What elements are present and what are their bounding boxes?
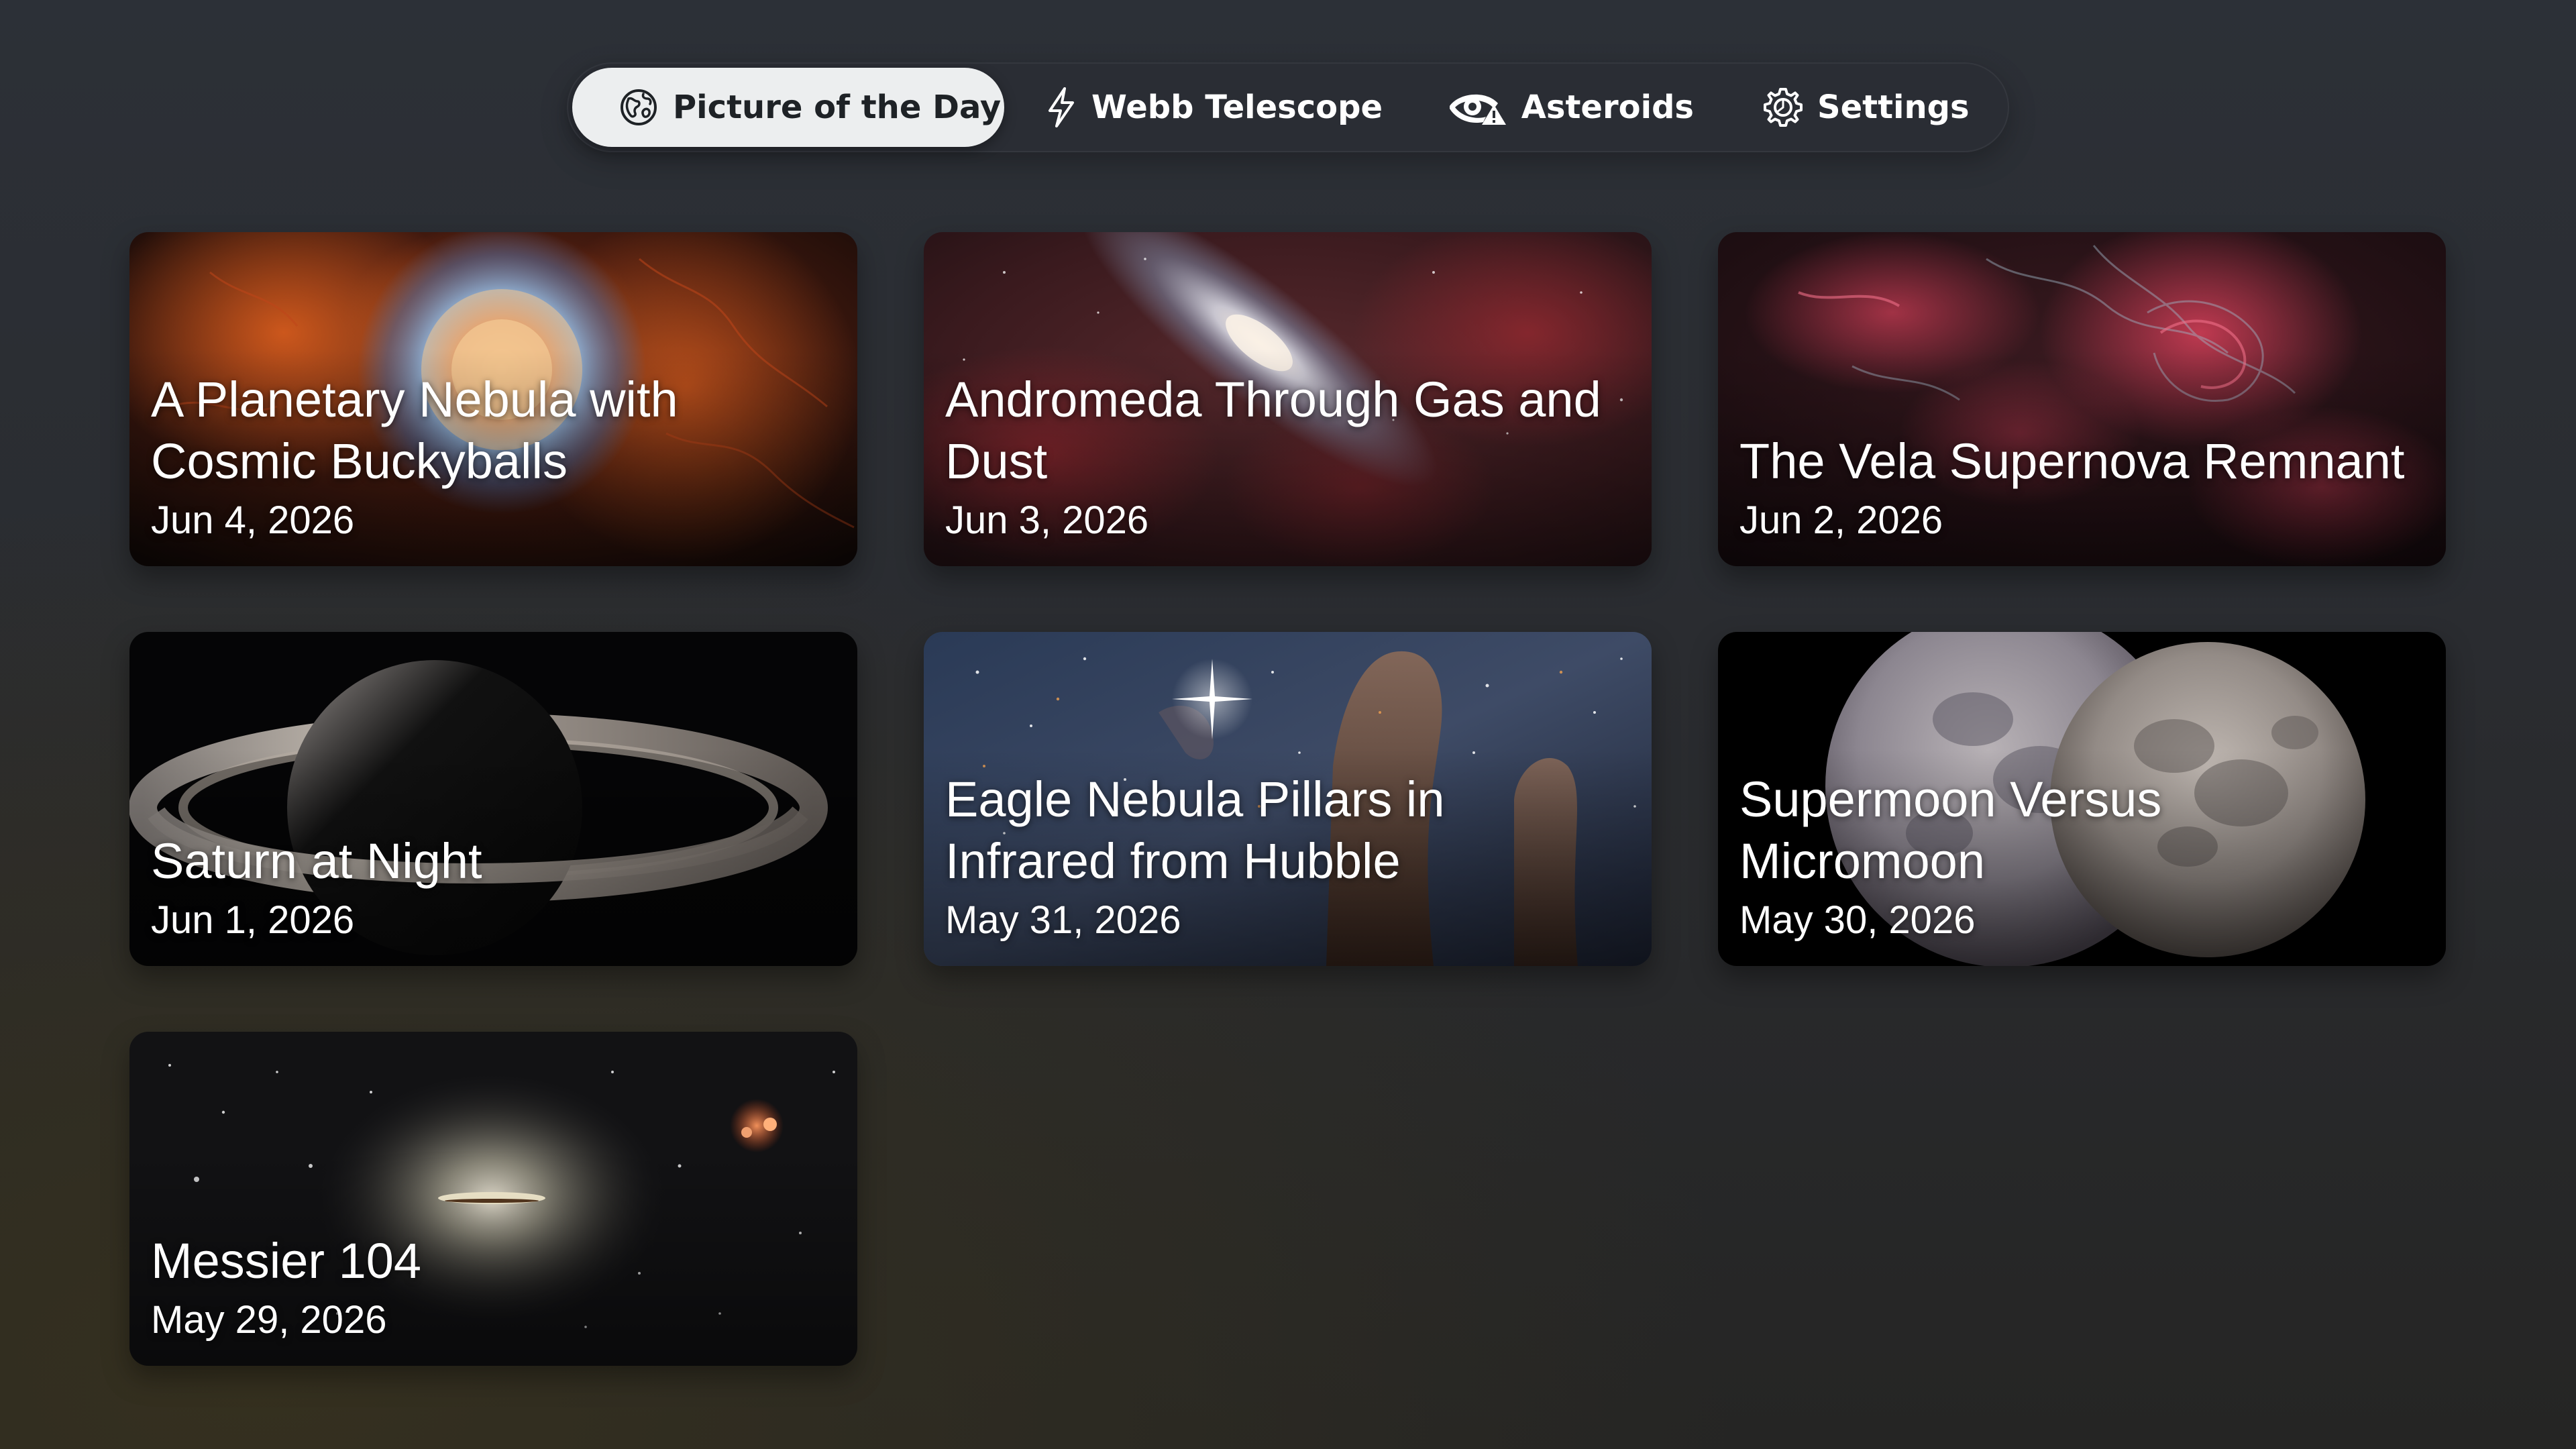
- apod-card[interactable]: A Planetary Nebula with Cosmic Buckyball…: [129, 232, 857, 566]
- globe-icon: [618, 87, 659, 128]
- card-date: May 31, 2026: [945, 898, 1181, 942]
- card-caption: The Vela Supernova Remnant Jun 2, 2026: [1739, 431, 2419, 546]
- card-date: May 30, 2026: [1739, 898, 1976, 942]
- apod-card[interactable]: The Vela Supernova Remnant Jun 2, 2026: [1718, 232, 2446, 566]
- eye-warning-icon: [1447, 87, 1508, 128]
- tab-picture-of-the-day[interactable]: Picture of the Day: [572, 68, 1004, 147]
- tab-bar: Picture of the Day Webb Telescope Astero…: [567, 62, 2009, 152]
- tab-settings[interactable]: Settings: [1754, 68, 1996, 147]
- tab-label: Webb Telescope: [1091, 89, 1383, 126]
- apod-card[interactable]: Saturn at Night Jun 1, 2026: [129, 632, 857, 966]
- apod-card[interactable]: Supermoon Versus Micromoon May 30, 2026: [1718, 632, 2446, 966]
- tab-asteroids[interactable]: Asteroids: [1439, 68, 1694, 147]
- apod-card[interactable]: Andromeda Through Gas and Dust Jun 3, 20…: [924, 232, 1652, 566]
- card-title: A Planetary Nebula with Cosmic Buckyball…: [151, 372, 678, 489]
- card-caption: A Planetary Nebula with Cosmic Buckyball…: [151, 369, 830, 546]
- tab-label: Settings: [1817, 89, 1970, 126]
- tab-webb-telescope[interactable]: Webb Telescope: [1036, 68, 1383, 147]
- card-date: May 29, 2026: [151, 1298, 387, 1342]
- tab-label: Asteroids: [1521, 89, 1694, 126]
- card-date: Jun 1, 2026: [151, 898, 355, 942]
- card-caption: Messier 104 May 29, 2026: [151, 1230, 830, 1346]
- card-title: Messier 104: [151, 1233, 422, 1289]
- card-caption: Saturn at Night Jun 1, 2026: [151, 830, 830, 946]
- card-title: Saturn at Night: [151, 833, 482, 889]
- card-date: Jun 3, 2026: [945, 498, 1149, 542]
- card-title: Supermoon Versus Micromoon: [1739, 771, 2162, 889]
- gear-icon: [1762, 87, 1804, 128]
- card-date: Jun 2, 2026: [1739, 498, 1943, 542]
- card-date: Jun 4, 2026: [151, 498, 355, 542]
- card-caption: Andromeda Through Gas and Dust Jun 3, 20…: [945, 369, 1625, 546]
- card-title: Eagle Nebula Pillars in Infrared from Hu…: [945, 771, 1445, 889]
- apod-card[interactable]: Messier 104 May 29, 2026: [129, 1032, 857, 1366]
- card-caption: Eagle Nebula Pillars in Infrared from Hu…: [945, 769, 1625, 946]
- apod-card[interactable]: Eagle Nebula Pillars in Infrared from Hu…: [924, 632, 1652, 966]
- tab-label: Picture of the Day: [673, 89, 1002, 126]
- bolt-icon: [1044, 87, 1078, 128]
- card-caption: Supermoon Versus Micromoon May 30, 2026: [1739, 769, 2419, 946]
- card-title: Andromeda Through Gas and Dust: [945, 372, 1601, 489]
- card-title: The Vela Supernova Remnant: [1739, 433, 2405, 489]
